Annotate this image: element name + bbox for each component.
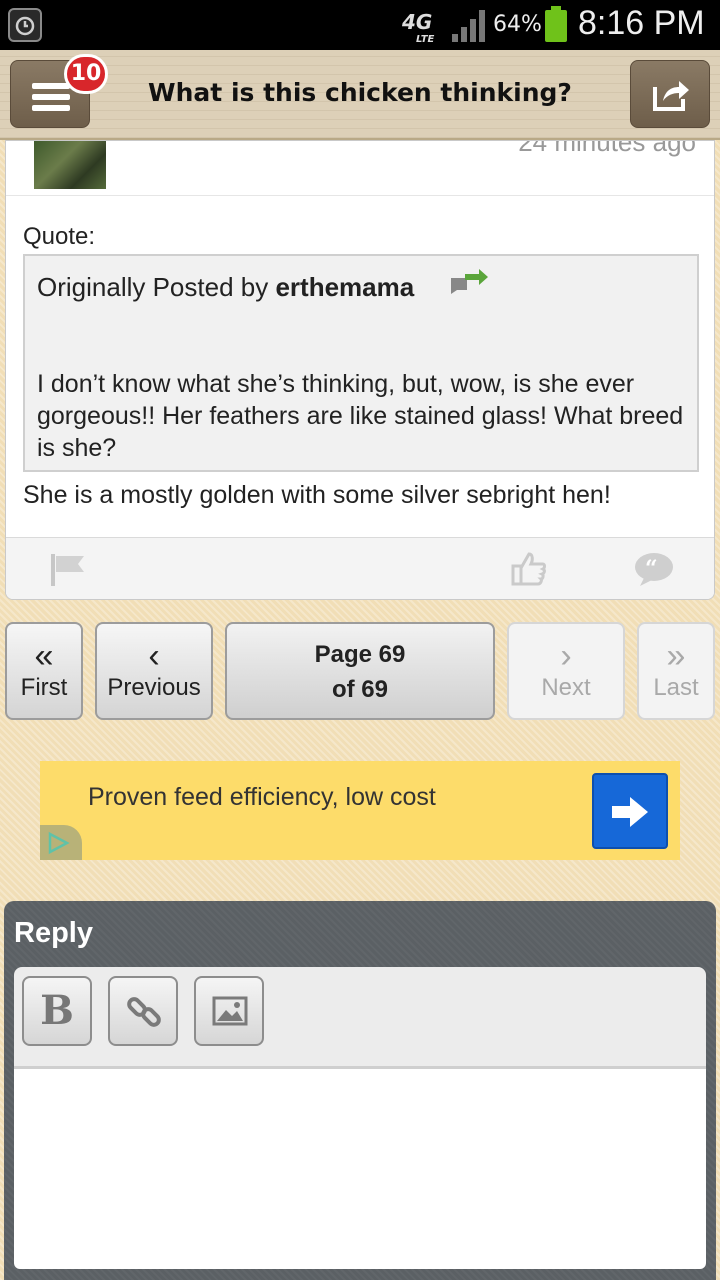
divider bbox=[6, 195, 714, 196]
previous-page-button[interactable]: ‹ Previous bbox=[95, 622, 213, 720]
quote-box: Originally Posted by erthemama I don’t k… bbox=[23, 254, 699, 472]
current-page-line2: of 69 bbox=[331, 676, 388, 703]
previous-page-symbol: ‹ bbox=[148, 637, 160, 675]
last-page-label: Last bbox=[653, 674, 699, 701]
signal-icon bbox=[452, 10, 485, 42]
link-button[interactable] bbox=[108, 976, 178, 1046]
avatar[interactable] bbox=[34, 141, 106, 189]
battery-icon bbox=[545, 6, 567, 42]
reply-panel: Reply B bbox=[4, 901, 716, 1280]
reply-text-area[interactable] bbox=[14, 1069, 706, 1269]
current-page-indicator[interactable]: Page 69 of 69 bbox=[225, 622, 495, 720]
svg-text:“: “ bbox=[645, 556, 658, 582]
page-title: What is this chicken thinking? bbox=[148, 78, 572, 107]
post-body: She is a mostly golden with some silver … bbox=[23, 481, 611, 509]
status-bar: 4G LTE 64% 8:16 PM bbox=[0, 0, 720, 50]
network-indicator: 4G LTE bbox=[402, 10, 435, 45]
quote-bubble-icon[interactable]: “ bbox=[634, 552, 674, 586]
quote-prefix: Originally Posted by bbox=[37, 272, 269, 302]
first-page-label: First bbox=[20, 674, 68, 701]
menu-icon-bar bbox=[32, 94, 70, 100]
link-icon bbox=[127, 997, 161, 1027]
thumbs-up-icon[interactable] bbox=[511, 552, 547, 586]
last-page-symbol: » bbox=[666, 637, 686, 675]
bold-button[interactable]: B bbox=[22, 976, 92, 1046]
quote-author[interactable]: erthemama bbox=[275, 272, 414, 302]
editor-toolbar: B bbox=[14, 967, 706, 1069]
next-page-symbol: › bbox=[560, 637, 572, 675]
post-card: 24 minutes ago Quote: Originally Posted … bbox=[5, 140, 715, 600]
previous-page-label: Previous bbox=[107, 674, 201, 701]
ad-cta-button[interactable] bbox=[592, 773, 668, 849]
post-timestamp: 24 minutes ago bbox=[518, 140, 696, 157]
quote-label: Quote: bbox=[23, 223, 96, 250]
ad-text: Proven feed efficiency, low cost bbox=[88, 783, 436, 811]
next-page-label: Next bbox=[541, 674, 591, 701]
image-icon bbox=[212, 996, 248, 1026]
reply-title: Reply bbox=[14, 917, 93, 949]
share-icon bbox=[653, 81, 689, 111]
menu-icon bbox=[32, 83, 70, 89]
last-page-button[interactable]: » Last bbox=[637, 622, 715, 720]
alarm-icon bbox=[8, 8, 42, 42]
ad-banner[interactable]: Proven feed efficiency, low cost bbox=[40, 761, 680, 860]
quote-text: I don’t know what she’s thinking, but, w… bbox=[37, 370, 684, 462]
first-page-symbol: « bbox=[34, 637, 54, 675]
clock: 8:16 PM bbox=[578, 4, 705, 42]
share-button[interactable] bbox=[630, 60, 710, 128]
notification-badge: 10 bbox=[64, 54, 108, 94]
menu-icon-bar bbox=[32, 105, 70, 111]
first-page-button[interactable]: « First bbox=[5, 622, 83, 720]
arrow-right-icon bbox=[612, 797, 648, 827]
ad-choices-icon[interactable] bbox=[40, 825, 82, 860]
link-arrow-icon[interactable] bbox=[449, 268, 489, 294]
quote-attribution: Originally Posted by erthemama bbox=[37, 272, 414, 303]
post-actions: “ bbox=[6, 537, 714, 599]
next-page-button[interactable]: › Next bbox=[507, 622, 625, 720]
battery-percent: 64% bbox=[493, 12, 542, 37]
current-page-line1: Page 69 bbox=[314, 641, 406, 668]
app-header: 10 What is this chicken thinking? bbox=[0, 50, 720, 140]
flag-icon[interactable] bbox=[48, 554, 88, 586]
image-button[interactable] bbox=[194, 976, 264, 1046]
